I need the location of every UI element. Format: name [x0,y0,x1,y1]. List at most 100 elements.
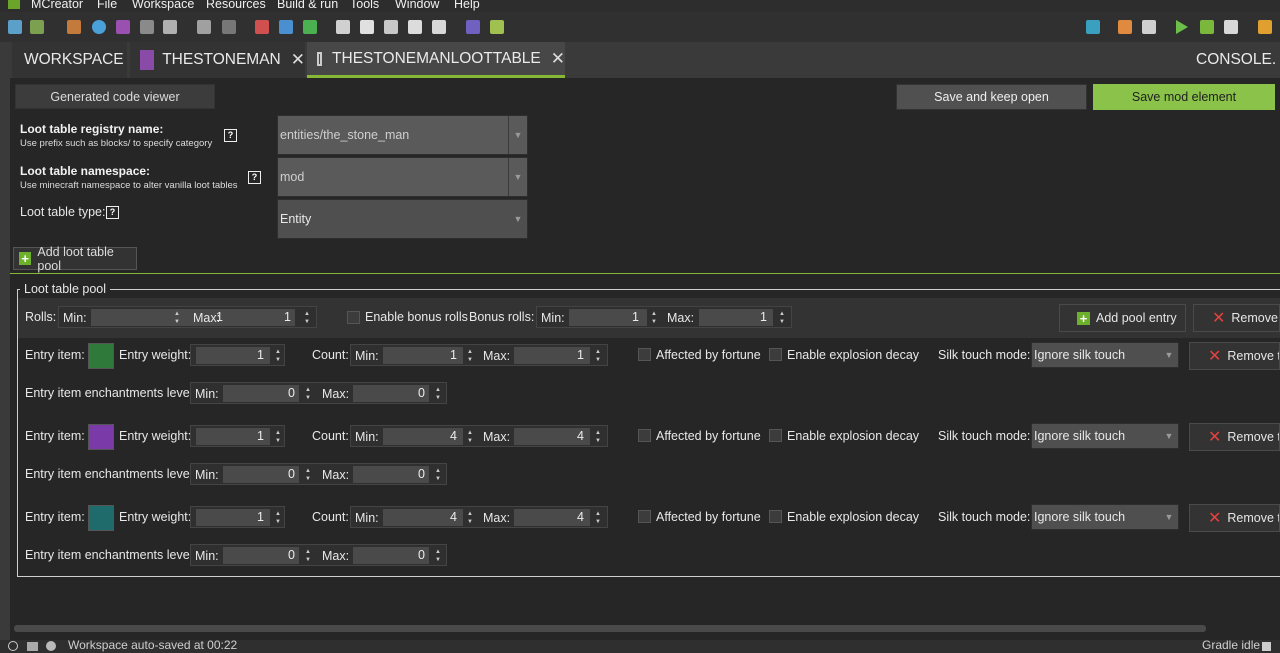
model-icon[interactable] [140,20,154,34]
code-viewer-button[interactable]: Generated code viewer [15,84,215,109]
export-mod-icon[interactable] [1258,20,1272,34]
menu-workspace[interactable]: Workspace [132,0,194,11]
add-pool-button[interactable]: + Add loot table pool [13,245,137,273]
bonus-rolls-checkbox[interactable] [347,311,360,324]
spinner-arrows-icon[interactable]: ▲ ▼ [593,346,603,365]
chevron-down-icon[interactable]: ▼ [1160,424,1178,448]
amethyst-shard-icon[interactable] [88,424,114,450]
silk-touch-select[interactable]: Ignore silk touch ▼ [1031,342,1179,368]
spinner-arrows-icon[interactable]: ▲ ▼ [465,427,475,446]
save-mod-element-button[interactable]: Save mod element [1093,84,1275,110]
chevron-down-icon[interactable]: ▼ [509,200,527,238]
spinner-arrows-icon[interactable]: ▲ ▼ [303,384,313,403]
run-server-icon[interactable] [1200,20,1214,34]
chevron-down-icon[interactable]: ▼ [1160,343,1178,367]
explosion-checkbox[interactable] [769,429,782,442]
tags-icon[interactable] [303,20,317,34]
info-icon[interactable] [8,641,18,651]
rolls-label: Rolls: [25,310,57,324]
code-icon[interactable] [466,20,480,34]
variables-icon[interactable] [255,20,269,34]
stop-icon[interactable] [1262,642,1271,651]
spinner-arrows-icon[interactable]: ▲ ▼ [433,465,443,484]
fortune-checkbox[interactable] [638,348,651,361]
spinner-arrows-icon[interactable]: ▲ ▼ [172,308,182,327]
menu-window[interactable]: Window [395,0,439,11]
help-icon[interactable]: ? [224,129,237,142]
spinner-arrows-icon[interactable]: ▲ ▼ [273,427,283,446]
menu-build-run[interactable]: Build & run [277,0,338,11]
export-icon[interactable] [490,20,504,34]
chevron-down-icon[interactable]: ▼ [1160,505,1178,529]
registry-name-field[interactable]: entities/the_stone_man ▼ [277,115,528,155]
stop-icon[interactable] [1224,20,1238,34]
loot-type-select[interactable]: Entity ▼ [277,199,528,239]
ender-eye-icon[interactable] [88,505,114,531]
menu-file[interactable]: File [97,0,117,11]
recipe-icon[interactable] [336,20,350,34]
explosion-checkbox[interactable] [769,510,782,523]
structure-icon[interactable] [197,20,211,34]
tab-workspace[interactable]: WORKSPACE [12,42,127,78]
chevron-down-icon[interactable]: ▼ [508,116,527,154]
tab-console[interactable]: CONSOLE. [1180,42,1280,78]
remove-entry-button[interactable]: ✕ Remove t [1189,342,1280,370]
cloud-icon[interactable] [27,642,38,651]
spinner-arrows-icon[interactable]: ▲ ▼ [649,308,659,327]
horizontal-scrollbar[interactable] [14,625,1206,632]
silk-touch-select[interactable]: Ignore silk touch ▼ [1031,423,1179,449]
biome-icon[interactable] [384,20,398,34]
spinner-arrows-icon[interactable]: ▲ ▼ [303,546,313,565]
spinner-arrows-icon[interactable]: ▲ ▼ [593,508,603,527]
play-icon[interactable] [1176,20,1188,34]
help-icon[interactable]: ? [106,206,119,219]
enchant-max-value: 0 [418,548,425,562]
close-icon[interactable]: ✕ [291,50,305,70]
brush-icon[interactable] [1118,20,1132,34]
spinner-arrows-icon[interactable]: ▲ ▼ [273,346,283,365]
fortune-checkbox[interactable] [638,510,651,523]
namespace-field[interactable]: mod ▼ [277,157,528,197]
procedure-icon[interactable] [408,20,422,34]
spinner-arrows-icon[interactable]: ▲ ▼ [465,508,475,527]
menu-help[interactable]: Help [454,0,480,11]
remove-pool-button[interactable]: ✕ Remove [1193,304,1280,332]
add-pool-entry-button[interactable]: + Add pool entry [1059,304,1186,332]
menu-tools[interactable]: Tools [350,0,379,11]
fortune-checkbox[interactable] [638,429,651,442]
spinner-arrows-icon[interactable]: ▲ ▼ [302,308,312,327]
block-icon[interactable] [222,20,236,34]
emerald-icon[interactable] [88,343,114,369]
explosion-checkbox[interactable] [769,348,782,361]
menu-mcreator[interactable]: MCreator [31,0,83,11]
spinner-arrows-icon[interactable]: ▲ ▼ [433,546,443,565]
tab-thestoneman[interactable]: THESTONEMAN ✕ [130,42,305,78]
run-client-icon[interactable] [1086,20,1100,34]
music-icon[interactable] [116,20,130,34]
workspace-settings-icon[interactable] [8,20,22,34]
gui-icon[interactable] [432,20,446,34]
spinner-arrows-icon[interactable]: ▲ ▼ [465,346,475,365]
remove-entry-button[interactable]: ✕ Remove t [1189,423,1280,451]
remove-entry-button[interactable]: ✕ Remove t [1189,504,1280,532]
chevron-down-icon[interactable]: ▼ [508,158,527,196]
help-icon[interactable]: ? [248,171,261,184]
hammer-icon[interactable] [1142,20,1156,34]
sound-icon[interactable] [92,20,106,34]
localization-icon[interactable] [279,20,293,34]
close-icon[interactable]: ✕ [551,49,565,69]
silk-touch-select[interactable]: Ignore silk touch ▼ [1031,504,1179,530]
spinner-arrows-icon[interactable]: ▲ ▼ [593,427,603,446]
tab-thestonemanloottable[interactable]: THESTONEMANLOOTTABLE ✕ [307,42,565,78]
open-folder-icon[interactable] [30,20,44,34]
save-keep-open-button[interactable]: Save and keep open [896,84,1087,110]
spinner-arrows-icon[interactable]: ▲ ▼ [777,308,787,327]
gear-icon[interactable] [46,641,56,651]
spinner-arrows-icon[interactable]: ▲ ▼ [303,465,313,484]
menu-resources[interactable]: Resources [206,0,266,11]
achievements-icon[interactable] [360,20,374,34]
animation-icon[interactable] [163,20,177,34]
texture-icon[interactable] [67,20,81,34]
spinner-arrows-icon[interactable]: ▲ ▼ [433,384,443,403]
spinner-arrows-icon[interactable]: ▲ ▼ [273,508,283,527]
